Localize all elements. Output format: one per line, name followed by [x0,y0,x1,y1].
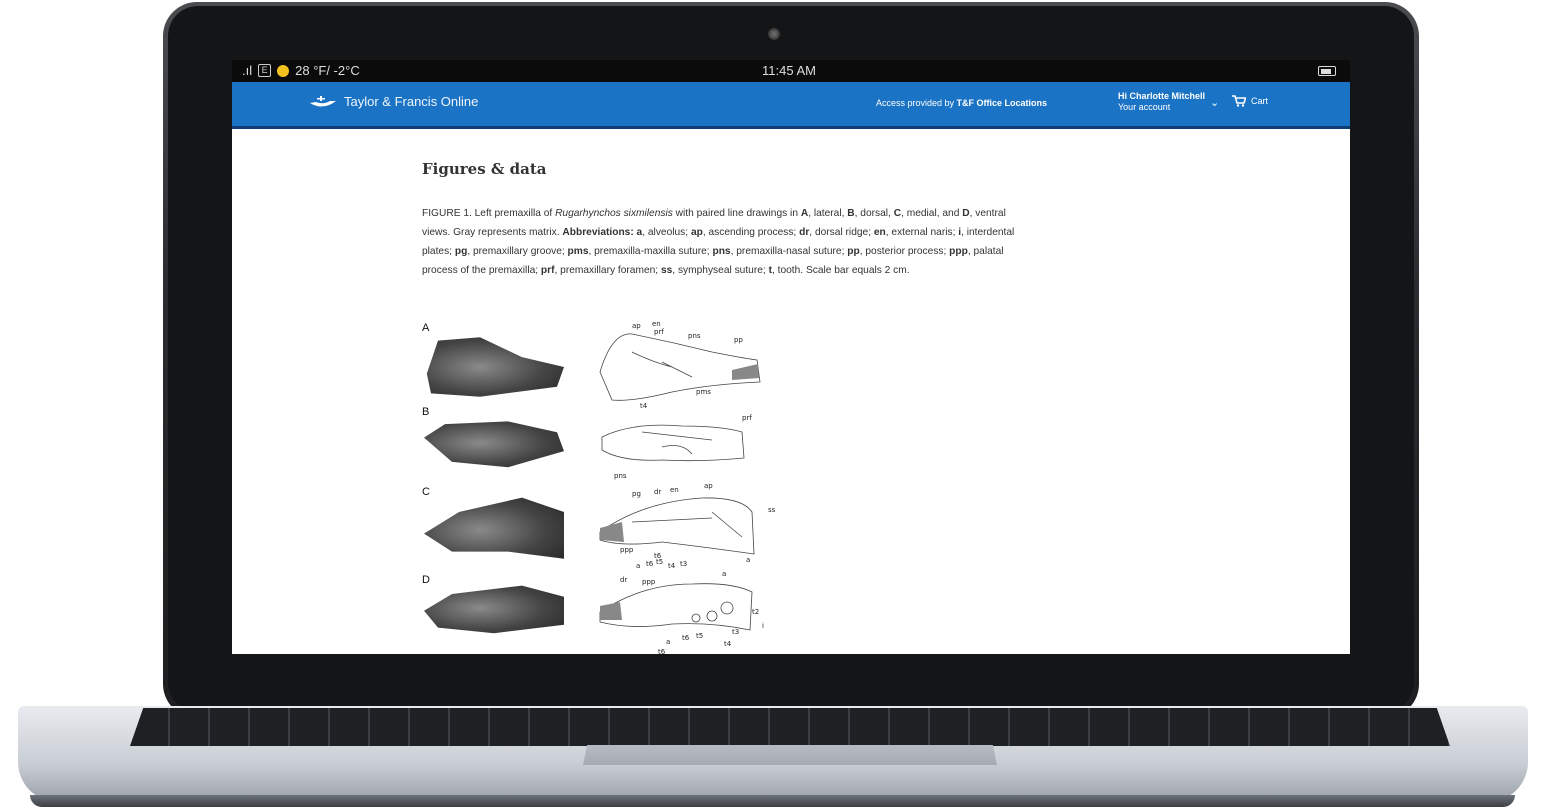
line-drawings: ap en prf pns pp pms t4 prf pns ap pg dr… [599,322,776,654]
anno-d-8: a [666,638,670,646]
section-title: Figures & data [422,160,547,178]
anno-a-6: t4 [640,402,648,410]
anno-d-5: t4 [724,640,732,648]
article-content: Figures & data FIGURE 1. Left premaxilla… [422,160,1032,280]
site-header: Taylor & Francis Online Access provided … [232,82,1350,129]
status-bar: .ıl E 28 °F/ -2°C 11:45 AM [232,60,1350,82]
anno-b-1: pns [614,472,627,480]
e-badge-icon: E [258,64,272,77]
panel-label-d: D [422,574,430,586]
anno-c-3: en [670,486,679,494]
keyboard [130,708,1450,746]
access-info: Access provided by T&F Office Locations [876,98,1047,108]
figure-image[interactable]: A B C D ap en prf pns pp pms t4 prf pns … [422,322,782,654]
anno-c-7: a [636,562,640,570]
account-menu[interactable]: Hi Charlotte Mitchell Your account [1118,91,1205,113]
logo-text: Taylor & Francis Online [344,94,479,109]
sun-icon [277,64,290,77]
anno-d-6: t5 [696,632,703,640]
anno-d-1: ppp [642,578,656,586]
your-account-link[interactable]: Your account [1118,102,1205,113]
access-prefix: Access provided by [876,98,957,108]
anno-c-2: dr [654,488,661,496]
anno-d-3: t2 [752,608,759,616]
anno-c-9: t5 [656,558,663,566]
anno-a-4: pp [734,336,743,344]
anno-d-0: dr [620,576,627,584]
screen: .ıl E 28 °F/ -2°C 11:45 AM Taylor & Fran… [232,60,1350,654]
panel-label-b: B [422,406,430,418]
figure-caption: FIGURE 1. Left premaxilla of Rugarhyncho… [422,208,1015,276]
anno-c-4: ss [768,506,776,514]
anno-c-10: t4 [668,562,676,570]
anno-d-9: t6 [658,648,666,654]
panel-label-c: C [422,486,430,498]
anno-d-2: a [722,570,726,578]
fossil-photo-d [424,585,564,634]
fossil-photo-b [424,421,564,468]
fossil-photo-c [424,497,564,559]
anno-d-4: t3 [732,628,739,636]
chevron-down-icon[interactable]: ⌄ [1210,96,1219,109]
trackpad [583,745,997,765]
anno-a-5: pms [696,388,711,396]
cart-icon [1232,95,1246,107]
anno-b-0: prf [742,414,752,422]
anno-c-8: t6 [646,560,654,568]
anno-c-11: t3 [680,560,687,568]
anno-c-1: pg [632,490,641,498]
anno-c-0: ap [704,482,713,490]
greeting: Hi Charlotte Mitchell [1118,91,1206,101]
anno-c-12: a [746,556,750,564]
anno-a-0: ap [632,322,641,330]
signal-icon: .ıl [242,63,253,78]
anno-d-10: i [762,622,764,630]
camera-icon [768,28,780,40]
cart-label: Cart [1251,96,1269,106]
battery-icon [1318,66,1336,76]
cart-button[interactable]: Cart [1232,95,1268,107]
anno-a-2: prf [654,328,664,336]
anno-c-5: ppp [620,546,634,554]
anno-d-7: t6 [682,634,690,642]
fossil-photo-a [426,337,564,397]
site-logo[interactable]: Taylor & Francis Online [308,94,478,109]
lamp-logo-icon [310,95,336,107]
access-org-link[interactable]: T&F Office Locations [957,98,1048,108]
status-time: 11:45 AM [762,63,816,78]
panel-label-a: A [422,322,430,334]
anno-a-3: pns [688,332,701,340]
laptop-base-edge [30,795,1515,807]
weather-text: 28 °F/ -2°C [295,63,360,78]
